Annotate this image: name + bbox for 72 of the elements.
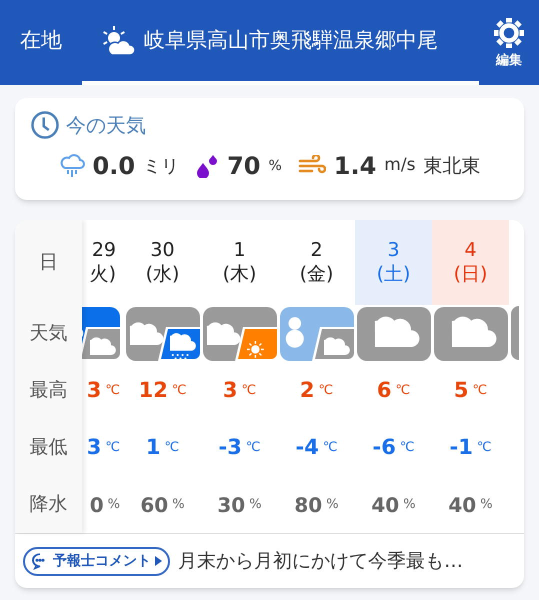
high-temp: 3: [86, 376, 102, 404]
percent-unit: %: [326, 496, 339, 514]
precip-value: 30: [217, 492, 246, 518]
percent-unit: %: [108, 496, 120, 514]
low-temp: -3: [218, 434, 242, 461]
day-date: 30: [150, 238, 175, 262]
low-temp: -6: [372, 434, 396, 461]
day-weekday: (日): [454, 262, 488, 286]
temp-unit: ℃: [400, 438, 414, 457]
temp-unit: ℃: [172, 382, 186, 400]
weather-icon-edge: [511, 306, 519, 360]
rain-icon: [58, 153, 85, 179]
temp-unit: ℃: [396, 382, 410, 400]
low-temp: -1: [450, 434, 473, 461]
precip-value: 0: [90, 492, 104, 518]
card-title: 今の天気: [66, 112, 146, 139]
percent-unit: %: [172, 496, 185, 514]
temp-unit: ℃: [246, 438, 260, 457]
humidity-value: 70: [227, 151, 260, 182]
percent-unit: %: [403, 496, 416, 514]
day-weekday: (水): [146, 262, 180, 286]
temp-unit: ℃: [164, 438, 180, 457]
location-tab[interactable]: 岐阜県高山市奥飛騨温泉郷中尾: [82, 0, 479, 85]
clock-icon: [30, 110, 60, 140]
low-temp: -4: [296, 434, 319, 461]
row-label: 日: [39, 250, 58, 276]
day-weekday: (金): [300, 262, 334, 286]
wind-unit: m/s: [384, 154, 416, 178]
temp-unit: ℃: [105, 382, 120, 400]
settings-button[interactable]: 編集: [479, 0, 539, 85]
row-label: 最低: [30, 435, 68, 460]
caret-icon: [155, 556, 162, 566]
day-date: 4: [464, 238, 477, 262]
day-date: 1: [233, 238, 246, 262]
partly-cloudy-icon: [102, 26, 136, 56]
location-tab[interactable]: 在地: [0, 0, 82, 85]
rain-unit: ミリ: [143, 154, 180, 178]
high-temp: 12: [138, 376, 168, 404]
high-temp: 3: [222, 376, 238, 404]
low-temp: 1: [146, 434, 160, 461]
row-label: 最高: [30, 378, 68, 404]
precip-value: 60: [140, 492, 168, 518]
high-temp: 2: [300, 376, 314, 404]
row-label: 天気: [30, 321, 68, 346]
day-date: 2: [310, 238, 323, 262]
forecaster-comment-button[interactable]: 予報士コメント: [23, 546, 170, 576]
row-label: 降水: [30, 492, 68, 518]
precip-value: 40: [448, 492, 476, 518]
temp-unit: ℃: [476, 438, 492, 457]
precip-value: 80: [294, 492, 322, 518]
temp-unit: ℃: [242, 382, 256, 400]
percent-unit: %: [249, 496, 262, 514]
wind-direction: 東北東: [423, 154, 480, 179]
temp-unit: ℃: [105, 438, 120, 457]
high-temp: 5: [454, 376, 468, 404]
day-weekday: (土): [376, 262, 410, 286]
rain-value: 0.0: [92, 151, 136, 182]
precip-value: 40: [371, 492, 400, 518]
humidity-unit: %: [268, 156, 282, 176]
droplets-icon: [195, 154, 220, 178]
wind-value: 1.4: [334, 151, 376, 182]
day-weekday: (木): [222, 262, 256, 286]
temp-unit: ℃: [318, 382, 334, 400]
day-weekday: 火): [90, 262, 116, 286]
comment-text: 月末から月初にかけて今季最も…: [178, 548, 463, 574]
high-temp: 6: [376, 376, 392, 404]
percent-unit: %: [480, 496, 493, 514]
day-date: 29: [92, 238, 116, 262]
temp-unit: ℃: [472, 382, 488, 400]
day-date: 3: [387, 238, 400, 262]
low-temp: 3: [86, 434, 102, 461]
temp-unit: ℃: [322, 438, 338, 457]
